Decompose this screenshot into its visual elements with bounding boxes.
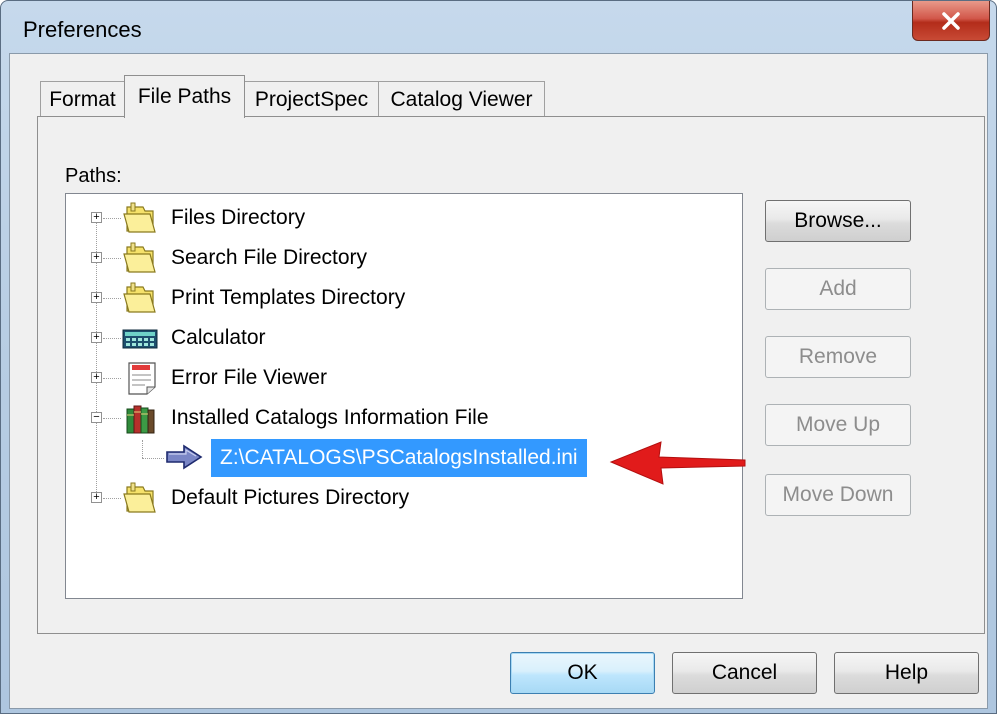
tree-item-label: Installed Catalogs Information File [171,406,489,429]
tree-item-print-templates-directory[interactable]: + Print Templates Directory [66,278,742,318]
expand-icon[interactable]: + [91,492,102,503]
tree-item-error-file-viewer[interactable]: + Error File Viewer [66,358,742,398]
dialog-client-area: Format File Paths ProjectSpec Catalog Vi… [9,53,988,709]
add-button-label: Add [819,277,857,300]
remove-button[interactable]: Remove [765,336,911,378]
tab-catalog-viewer-label: Catalog Viewer [390,87,533,111]
folder-icon [123,242,156,273]
browse-button[interactable]: Browse... [765,200,911,242]
tab-projectspec[interactable]: ProjectSpec [244,81,379,117]
move-up-button[interactable]: Move Up [765,404,911,446]
folder-icon [123,282,156,313]
tab-format[interactable]: Format [40,81,125,117]
paths-label: Paths: [65,165,122,187]
tab-format-label: Format [49,87,116,111]
help-button[interactable]: Help [834,652,979,694]
help-button-label: Help [884,661,929,684]
cancel-button-label: Cancel [711,661,778,684]
tab-file-paths-label: File Paths [137,85,232,108]
tab-catalog-viewer[interactable]: Catalog Viewer [378,81,545,117]
arrow-right-icon [166,444,203,470]
tree-item-label: Default Pictures Directory [171,486,410,509]
red-arrow-annotation-icon [609,441,746,485]
close-icon [942,11,960,30]
cancel-button[interactable]: Cancel [672,652,817,694]
title-bar[interactable]: Preferences [1,1,996,53]
move-down-button[interactable]: Move Down [765,474,911,516]
move-down-button-label: Move Down [782,483,894,506]
preferences-window: Preferences Format File Paths ProjectSpe… [0,0,997,714]
expand-icon[interactable]: + [91,372,102,383]
tree-item-calculator[interactable]: + Calculator [66,318,742,358]
close-button[interactable] [912,1,990,41]
tree-item-label: Error File Viewer [171,366,327,389]
tree-item-label: Search File Directory [171,246,368,269]
tree-item-label: Calculator [171,326,266,349]
ok-button-label: OK [567,661,598,684]
expand-icon[interactable]: + [91,332,102,343]
tab-projectspec-label: ProjectSpec [254,87,369,111]
tree-item-label: Files Directory [171,206,306,229]
calculator-icon [122,329,158,349]
expand-icon[interactable]: + [91,292,102,303]
tree-item-label: Print Templates Directory [171,286,406,309]
add-button[interactable]: Add [765,268,911,310]
note-icon [128,362,156,395]
tree-item-search-file-directory[interactable]: + Search File Directory [66,238,742,278]
collapse-icon[interactable]: − [91,412,102,423]
ok-button[interactable]: OK [510,652,655,694]
folder-icon [123,202,156,233]
expand-icon[interactable]: + [91,252,102,263]
selected-path-value[interactable]: Z:\CATALOGS\PSCatalogsInstalled.ini [211,439,587,477]
remove-button-label: Remove [798,345,878,368]
paths-tree[interactable]: + Files Directory + Search File Director… [65,193,743,599]
window-title: Preferences [23,17,142,42]
books-icon [126,405,155,434]
folder-icon [123,482,156,513]
tab-file-paths[interactable]: File Paths [124,75,245,118]
browse-button-label: Browse... [794,209,882,232]
move-up-button-label: Move Up [795,413,881,436]
expand-icon[interactable]: + [91,212,102,223]
tree-item-files-directory[interactable]: + Files Directory [66,198,742,238]
